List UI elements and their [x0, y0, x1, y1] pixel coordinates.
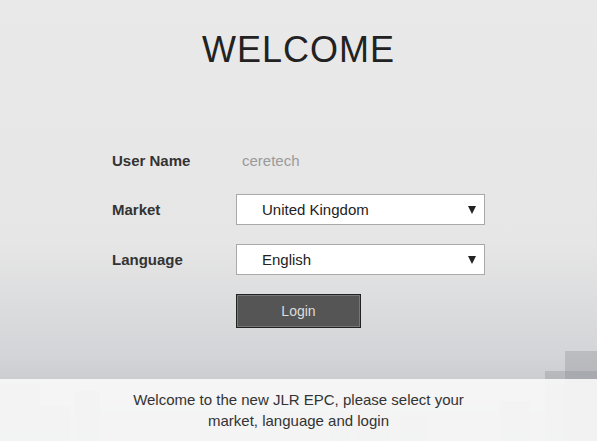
- footer-message: Welcome to the new JLR EPC, please selec…: [121, 389, 476, 431]
- field-label: User Name: [112, 152, 236, 169]
- field-label: Market: [112, 201, 236, 218]
- dropdown-arrow-icon: [468, 206, 476, 214]
- field-label: Language: [112, 251, 236, 268]
- text-field: ceretech: [236, 152, 485, 169]
- login-page: WELCOME User Nameceretech MarketUnited Kin…: [0, 0, 597, 441]
- select-field[interactable]: United Kingdom: [236, 194, 485, 225]
- dropdown-arrow-icon: [468, 256, 476, 264]
- login-button[interactable]: Login: [236, 294, 361, 328]
- select-field[interactable]: English: [236, 244, 485, 275]
- welcome-title: WELCOME: [202, 28, 395, 72]
- footer-banner: Welcome to the new JLR EPC, please selec…: [0, 379, 597, 441]
- login-form: User Nameceretech MarketUnited Kingdom Lan…: [112, 145, 485, 328]
